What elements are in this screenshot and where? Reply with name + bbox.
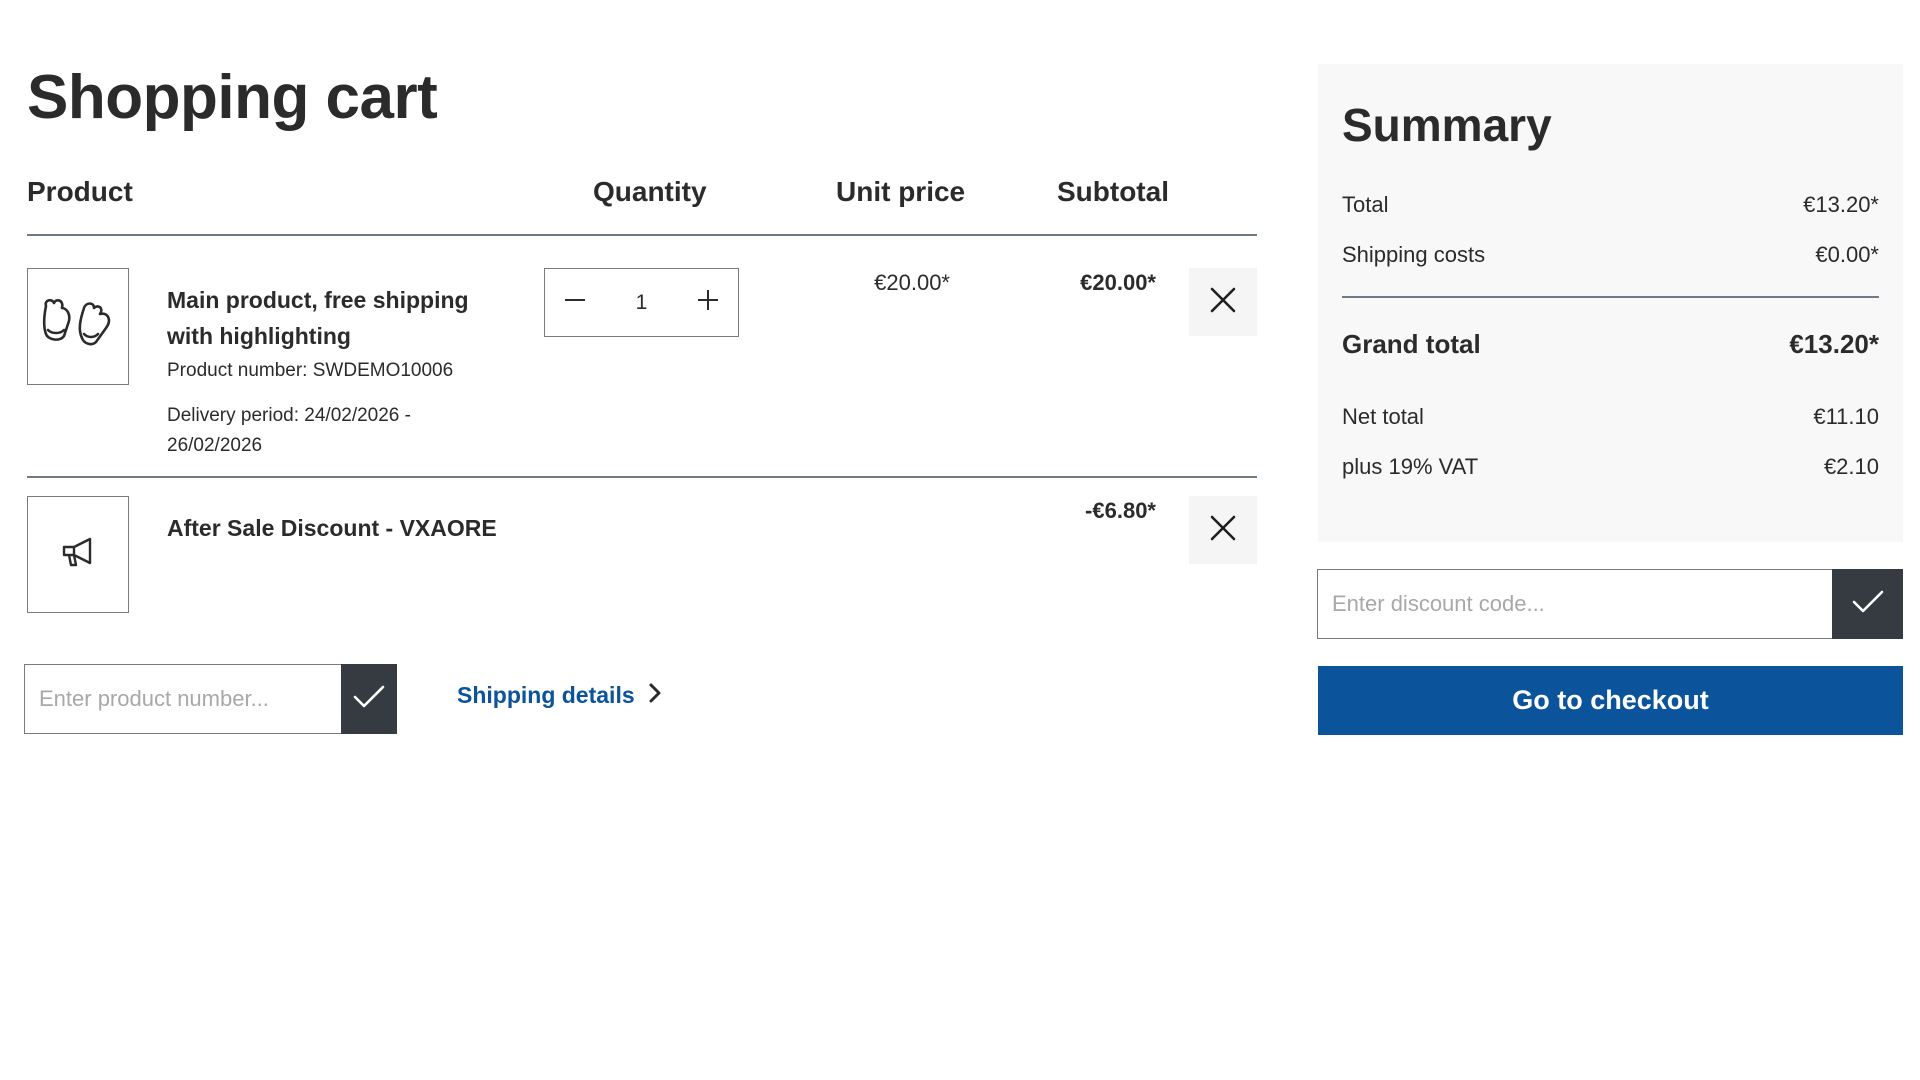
discount-subtotal: -€6.80* (1085, 498, 1156, 523)
item-subtotal: €20.00* (1080, 270, 1156, 295)
add-product-form (24, 664, 397, 734)
cart-section: Shopping cart Product Quantity Unit pric… (27, 60, 1257, 638)
discount-name: After Sale Discount - VXAORE (167, 515, 497, 541)
column-header-unit-price: Unit price (836, 176, 966, 207)
shipping-details-link[interactable]: Shipping details (457, 682, 661, 709)
delivery-period: Delivery period: 24/02/2026 - 26/02/2026 (167, 405, 411, 456)
chevron-right-icon (649, 682, 661, 709)
go-to-checkout-button[interactable]: Go to checkout (1318, 666, 1903, 735)
cart-line-item-discount: After Sale Discount - VXAORE -€6.80* (27, 478, 1257, 638)
quantity-value[interactable]: 1 (605, 291, 678, 315)
summary-divider (1342, 296, 1879, 298)
close-icon (1210, 287, 1236, 318)
total-value: €13.20* (1803, 192, 1879, 217)
summary-row-net-total: Net total €11.10 (1342, 392, 1879, 442)
product-thumbnail[interactable] (27, 268, 129, 385)
discount-thumbnail (27, 496, 129, 613)
minus-icon (564, 289, 586, 316)
product-number-input[interactable] (24, 664, 341, 734)
shipping-details-label: Shipping details (457, 682, 635, 708)
vat-label: plus 19% VAT (1342, 454, 1479, 479)
page: Shopping cart Product Quantity Unit pric… (0, 0, 1920, 1080)
vat-value: €2.10 (1823, 454, 1879, 479)
megaphone-icon (60, 534, 96, 575)
column-header-subtotal: Subtotal (1057, 176, 1169, 207)
product-number: Product number: SWDEMO10006 (167, 360, 454, 381)
summary-row-grand-total: Grand total €13.20* (1342, 316, 1879, 372)
remove-item-button[interactable] (1189, 268, 1257, 336)
checkmark-icon (353, 684, 385, 715)
discount-code-submit-button[interactable] (1832, 569, 1903, 639)
summary-title: Summary (1342, 99, 1552, 151)
remove-discount-button[interactable] (1189, 496, 1257, 564)
summary-panel: Summary Total €13.20* Shipping costs €0.… (1318, 64, 1903, 542)
grand-total-label: Grand total (1342, 329, 1481, 359)
net-total-label: Net total (1342, 404, 1424, 429)
summary-row-vat: plus 19% VAT €2.10 (1342, 442, 1879, 492)
discount-code-form (1317, 569, 1903, 639)
summary-row-total: Total €13.20* (1342, 180, 1879, 230)
summary-row-shipping: Shipping costs €0.00* (1342, 230, 1879, 280)
checkmark-icon (1852, 589, 1884, 620)
page-title: Shopping cart (27, 63, 438, 132)
close-icon (1210, 515, 1236, 546)
product-name-link[interactable]: Main product, free shipping with highlig… (167, 282, 487, 354)
plus-icon (697, 289, 719, 316)
total-label: Total (1342, 192, 1389, 217)
net-total-value: €11.10 (1813, 404, 1879, 429)
quantity-stepper: 1 (544, 268, 739, 337)
grand-total-value: €13.20* (1789, 329, 1879, 359)
quantity-increase-button[interactable] (678, 269, 738, 336)
mittens-icon (38, 294, 118, 359)
shipping-costs-label: Shipping costs (1342, 242, 1486, 267)
cart-table-header: Product Quantity Unit price Subtotal (27, 136, 1257, 236)
shipping-costs-value: €0.00* (1815, 242, 1879, 267)
column-header-product: Product (27, 176, 133, 207)
cart-line-item: Main product, free shipping with highlig… (27, 236, 1257, 478)
add-product-submit-button[interactable] (341, 664, 397, 734)
column-header-quantity: Quantity (593, 176, 707, 207)
quantity-decrease-button[interactable] (545, 269, 605, 336)
unit-price: €20.00* (874, 270, 950, 295)
discount-code-input[interactable] (1317, 569, 1832, 639)
cart-actions: Shipping details (24, 664, 724, 734)
